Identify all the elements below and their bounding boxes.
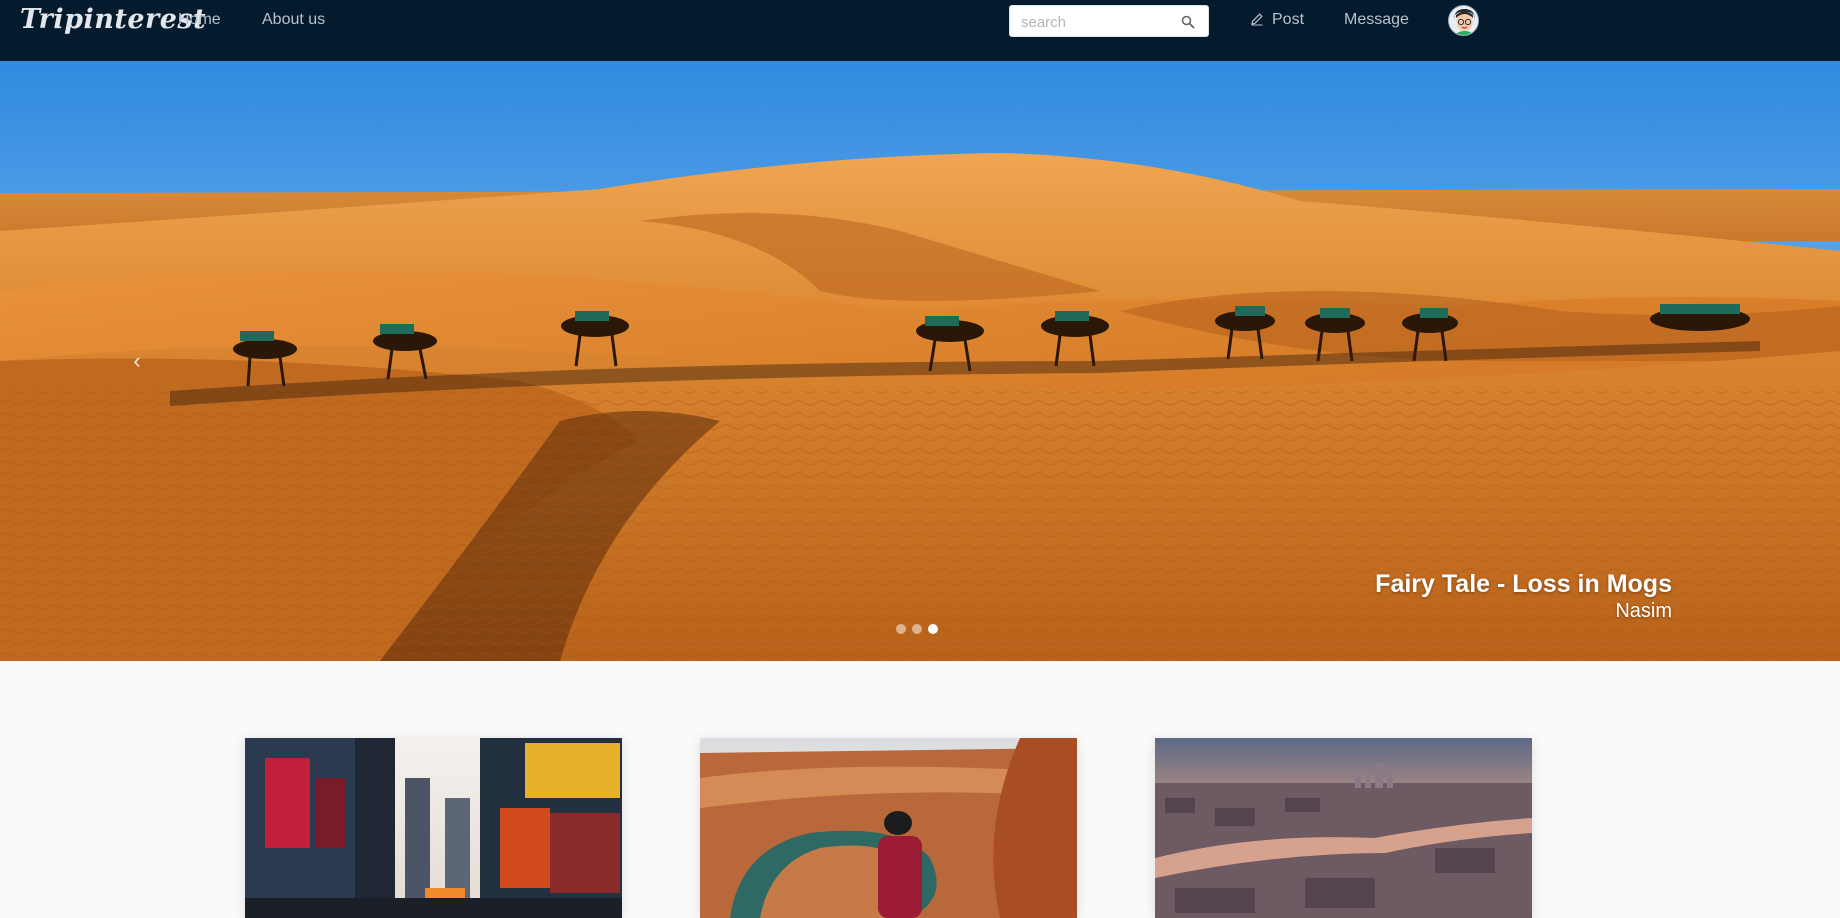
pencil-icon bbox=[1251, 13, 1263, 26]
user-avatar-icon bbox=[1449, 6, 1478, 35]
slide-author: Nasim bbox=[1615, 600, 1672, 622]
card-image-city bbox=[245, 738, 622, 918]
post-button[interactable]: Post bbox=[1250, 11, 1304, 29]
carousel-indicators bbox=[896, 624, 938, 634]
avatar[interactable] bbox=[1448, 5, 1479, 36]
post-card-2[interactable] bbox=[700, 738, 1077, 918]
slide-caption: Fairy Tale - Loss in Mogs Nasim bbox=[1375, 569, 1672, 623]
search-icon[interactable] bbox=[1181, 15, 1195, 29]
carousel-prev-button[interactable]: ‹ bbox=[126, 348, 148, 374]
post-card-1[interactable] bbox=[245, 738, 622, 918]
nav-about-link[interactable]: About us bbox=[262, 11, 325, 29]
card-image-canyon bbox=[700, 738, 1077, 918]
hero-carousel[interactable]: ‹ Fairy Tale - Loss in Mogs Nasim bbox=[0, 61, 1840, 661]
slide-title: Fairy Tale - Loss in Mogs bbox=[1375, 570, 1672, 598]
post-card-3[interactable] bbox=[1155, 738, 1532, 918]
carousel-indicator-3[interactable] bbox=[928, 624, 938, 634]
navbar: Tripinterest Home About us Post Message bbox=[0, 0, 1840, 61]
chevron-left-icon: ‹ bbox=[133, 348, 141, 373]
carousel-indicator-1[interactable] bbox=[896, 624, 906, 634]
message-link[interactable]: Message bbox=[1344, 11, 1409, 29]
carousel-indicator-2[interactable] bbox=[912, 624, 922, 634]
card-image-city-aerial bbox=[1155, 738, 1532, 918]
nav-home-link[interactable]: Home bbox=[178, 11, 221, 29]
post-label: Post bbox=[1272, 11, 1305, 28]
search-input[interactable] bbox=[1021, 12, 1171, 32]
search-box bbox=[1009, 5, 1209, 37]
